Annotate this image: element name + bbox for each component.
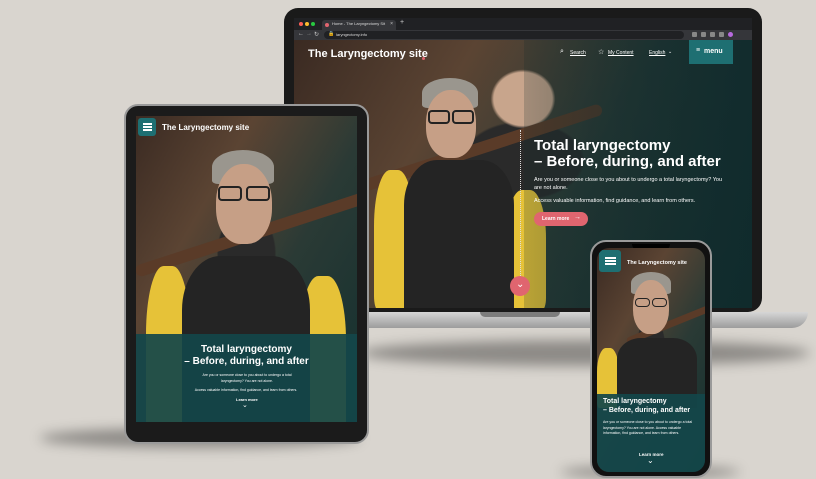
arrow-right-icon: →: [574, 214, 581, 221]
url-text: laryngectomy.info: [336, 32, 368, 37]
reload-icon[interactable]: ↻: [314, 31, 319, 38]
lock-icon: 🔒: [328, 31, 335, 37]
person-glasses: [246, 186, 270, 201]
person-vest: [404, 160, 514, 308]
menu-button[interactable]: [599, 250, 621, 272]
menu-button[interactable]: ≡ menu: [689, 40, 733, 64]
person-glasses: [452, 110, 474, 124]
hero-subtext: Access valuable information, find guidan…: [534, 198, 696, 204]
logo-dot: [422, 57, 425, 60]
chevron-down-icon[interactable]: ⌄: [668, 49, 672, 55]
hero-title-line2: – Before, during, and after: [603, 407, 691, 414]
forward-icon[interactable]: →: [306, 31, 312, 37]
tab-favicon: [325, 23, 329, 27]
site-header: The Laryngectomy site ⌕ Search ☆ My Cont…: [294, 40, 752, 66]
tab-title: Home - The Laryngectomy Sit: [332, 21, 386, 26]
new-tab-icon[interactable]: +: [400, 19, 404, 26]
person-glasses: [635, 298, 650, 307]
person-glasses: [652, 298, 667, 307]
language-select[interactable]: English: [649, 50, 665, 56]
tab-close-icon[interactable]: ×: [390, 21, 393, 27]
menu-label: menu: [704, 48, 723, 55]
hero-text: Are you or someone close to you about to…: [534, 177, 723, 191]
hero-text: Are you or someone close to you about to…: [603, 420, 693, 435]
site-logo[interactable]: The Laryngectomy site: [162, 123, 249, 132]
laptop-shadow: [360, 340, 810, 366]
person-head: [633, 280, 669, 334]
person-head: [216, 164, 272, 244]
scroll-down-button[interactable]: ⌄: [510, 276, 530, 296]
hero-title-line1: Total laryngectomy: [534, 137, 671, 154]
laptop-notch: [480, 312, 560, 317]
tablet-screen: The Laryngectomy site Total laryngectomy…: [136, 116, 357, 422]
browser-tab[interactable]: Home - The Laryngectomy Sit ×: [322, 20, 396, 30]
chevron-down-icon[interactable]: ⌄: [647, 456, 654, 465]
tablet: The Laryngectomy site Total laryngectomy…: [124, 104, 369, 444]
learn-more-label: Learn more: [542, 216, 570, 222]
hero-title-line1: Total laryngectomy: [201, 344, 292, 355]
hero-divider: [520, 130, 521, 290]
hero-title-line1: Total laryngectomy: [603, 398, 667, 405]
tablet-hero-panel: Total laryngectomy – Before, during, and…: [136, 334, 357, 422]
back-icon[interactable]: ←: [298, 31, 304, 37]
window-minimize-dot[interactable]: [305, 22, 309, 26]
search-icon[interactable]: ⌕: [560, 48, 564, 56]
hero-title-line2: – Before, during, and after: [534, 153, 721, 170]
window-maximize-dot[interactable]: [311, 22, 315, 26]
phone-screen: The Laryngectomy site Total laryngectomy…: [597, 248, 705, 472]
person-glasses: [218, 186, 242, 201]
browser-addressbar: ← → ↻ 🔒 laryngectomy.info: [294, 30, 752, 40]
hero-subtext: Access valuable information, find guidan…: [194, 388, 298, 392]
chevron-down-icon: ⌄: [516, 279, 525, 290]
site-logo[interactable]: The Laryngectomy site: [308, 48, 428, 60]
url-field[interactable]: 🔒 laryngectomy.info: [324, 31, 684, 39]
menu-icon: ≡: [696, 47, 701, 54]
site-logo[interactable]: The Laryngectomy site: [627, 260, 687, 266]
extension-icons[interactable]: [692, 32, 742, 38]
person-glasses: [428, 110, 450, 124]
hero-text: Are you or someone close to you about to…: [202, 373, 292, 383]
hero-title-line2: – Before, during, and after: [184, 356, 309, 367]
star-icon[interactable]: ☆: [598, 48, 604, 56]
chevron-down-icon[interactable]: ⌄: [242, 401, 248, 409]
learn-more-button[interactable]: Learn more →: [534, 212, 588, 226]
phone-hero-panel: Total laryngectomy – Before, during, and…: [597, 394, 705, 472]
menu-button[interactable]: [138, 118, 156, 136]
my-content-link[interactable]: My Content: [608, 50, 634, 56]
browser-tabbar: Home - The Laryngectomy Sit × +: [294, 18, 752, 30]
window-close-dot[interactable]: [299, 22, 303, 26]
phone: The Laryngectomy site Total laryngectomy…: [590, 240, 712, 478]
search-link[interactable]: Search: [570, 50, 586, 56]
person-head: [426, 90, 476, 158]
